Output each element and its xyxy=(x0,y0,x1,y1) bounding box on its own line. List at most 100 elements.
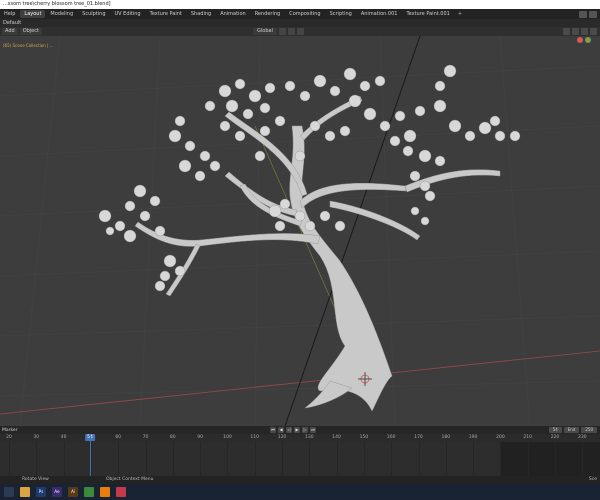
orientation-dropdown[interactable]: Global xyxy=(253,28,277,35)
3d-viewport[interactable]: (65) Scene Collection | ... xyxy=(0,36,600,426)
frame-tick: 20 xyxy=(6,435,12,440)
solid-shading-icon[interactable] xyxy=(581,28,588,35)
tab-layout[interactable]: Layout xyxy=(20,10,46,18)
workspace-tabs: Help Layout Modeling Sculpting UV Editing Tex… xyxy=(0,9,600,19)
jump-start-icon[interactable]: ⏮ xyxy=(270,427,276,433)
xray-icon[interactable] xyxy=(572,28,579,35)
current-frame-field[interactable]: 54 xyxy=(548,427,562,433)
tab-texture-paint-001[interactable]: Texture Paint.001 xyxy=(402,10,453,18)
frame-gridline xyxy=(63,442,65,476)
playback-controls: ⏮ ◀ ◁ ▶ ▷ ⏭ xyxy=(270,427,316,433)
frame-tick: 130 xyxy=(305,435,314,440)
object-menu[interactable]: Object xyxy=(19,28,42,35)
frame-gridline xyxy=(172,442,174,476)
explorer-icon[interactable] xyxy=(20,487,30,497)
frame-tick: 30 xyxy=(33,435,40,440)
frame-tick: 170 xyxy=(414,435,423,440)
tab-modeling[interactable]: Modeling xyxy=(46,10,77,18)
tab-compositing[interactable]: Compositing xyxy=(285,10,324,18)
frame-gridline xyxy=(391,442,393,476)
folder-icon[interactable] xyxy=(116,487,126,497)
end-label: End xyxy=(563,427,580,433)
frame-tick: 120 xyxy=(277,435,287,440)
frame-tick: 60 xyxy=(115,435,122,440)
frame-gridline xyxy=(363,442,365,476)
start-icon[interactable] xyxy=(4,487,14,497)
frame-tick: 180 xyxy=(441,435,451,440)
snap-icon[interactable] xyxy=(287,28,295,35)
navigation-gizmo[interactable] xyxy=(577,37,591,43)
scene-controls xyxy=(579,10,600,18)
aftereffects-icon[interactable]: Ae xyxy=(52,487,62,497)
tab-help[interactable]: Help xyxy=(0,10,19,18)
frame-tick: 90 xyxy=(197,435,203,440)
frame-tick: 210 xyxy=(523,435,532,440)
frame-tick: 140 xyxy=(332,435,341,440)
frame-tick: 110 xyxy=(250,435,259,440)
marker-menu[interactable]: Marker xyxy=(2,428,18,433)
next-key-icon[interactable]: ▷ xyxy=(302,427,308,433)
tab-rendering[interactable]: Rendering xyxy=(251,10,285,18)
window-title: ...ssom tree\cherry blossom tree_01.blen… xyxy=(0,0,600,9)
tab-texture-paint[interactable]: Texture Paint xyxy=(146,10,186,18)
play-reverse-icon[interactable]: ◁ xyxy=(286,427,292,433)
tab-scripting[interactable]: Scripting xyxy=(326,10,356,18)
pivot-icon[interactable] xyxy=(278,28,286,35)
status-right: Sce xyxy=(588,477,597,482)
tab-animation-001[interactable]: Animation.001 xyxy=(357,10,402,18)
frame-controls: 54 End 250 xyxy=(548,427,597,433)
end-frame-field[interactable]: 250 xyxy=(581,427,597,433)
playhead[interactable] xyxy=(90,434,91,476)
prev-key-icon[interactable]: ◀ xyxy=(278,427,284,433)
frame-gridline xyxy=(118,442,120,476)
frame-tick: 160 xyxy=(386,435,396,440)
frame-gridline xyxy=(309,442,311,476)
blender-icon[interactable] xyxy=(100,487,110,497)
play-icon[interactable]: ▶ xyxy=(294,427,300,433)
frame-tick: 150 xyxy=(359,435,369,440)
shading-controls xyxy=(563,28,597,35)
frame-gridline xyxy=(582,442,584,476)
viewlayer-icon[interactable] xyxy=(589,10,597,18)
jump-end-icon[interactable]: ⏭ xyxy=(310,427,316,433)
frame-tick: 40 xyxy=(60,435,67,440)
frame-gridline xyxy=(527,442,529,476)
frame-tick: 190 xyxy=(468,435,478,440)
add-menu[interactable]: Add xyxy=(2,28,18,35)
frame-tick: 80 xyxy=(169,435,176,440)
viewport-header: Add Object Global xyxy=(0,27,600,36)
tab-sculpting[interactable]: Sculpting xyxy=(78,10,109,18)
frame-gridline xyxy=(418,442,420,476)
timeline-header: Marker ⏮ ◀ ◁ ▶ ▷ ⏭ 54 End 250 xyxy=(0,426,600,434)
tab-uv-editing[interactable]: UV Editing xyxy=(111,10,145,18)
illustrator-icon[interactable]: Ai xyxy=(68,487,78,497)
add-workspace-button[interactable]: + xyxy=(455,11,465,17)
scene-icon[interactable] xyxy=(579,10,587,18)
status-bar: Rotate View Object Context Menu Sce xyxy=(0,476,600,484)
os-taskbar: Ps Ae Ai xyxy=(0,484,600,500)
frame-gridline xyxy=(336,442,338,476)
tab-shading[interactable]: Shading xyxy=(187,10,215,18)
collection-label: (65) Scene Collection | ... xyxy=(3,43,54,48)
frame-gridline xyxy=(473,442,475,476)
frame-gridline xyxy=(36,442,38,476)
post-range-area xyxy=(500,442,600,476)
scene-render xyxy=(0,36,600,426)
frame-tick: 220 xyxy=(550,435,560,440)
proportional-edit-icon[interactable] xyxy=(296,28,304,35)
frame-gridline xyxy=(254,442,256,476)
chrome-icon[interactable] xyxy=(84,487,94,497)
frame-gridline xyxy=(445,442,447,476)
transform-controls: Global xyxy=(253,28,304,35)
frame-gridline xyxy=(145,442,147,476)
frame-gridline xyxy=(90,442,92,476)
status-left: Rotate View xyxy=(22,477,49,482)
overlay-icon[interactable] xyxy=(563,28,570,35)
status-center: Object Context Menu xyxy=(106,477,154,482)
frame-gridline xyxy=(200,442,202,476)
frame-gridline xyxy=(227,442,229,476)
photoshop-icon[interactable]: Ps xyxy=(36,487,46,497)
tab-animation[interactable]: Animation xyxy=(216,10,250,18)
material-shading-icon[interactable] xyxy=(590,28,597,35)
layer-selector[interactable]: Default xyxy=(0,19,600,27)
